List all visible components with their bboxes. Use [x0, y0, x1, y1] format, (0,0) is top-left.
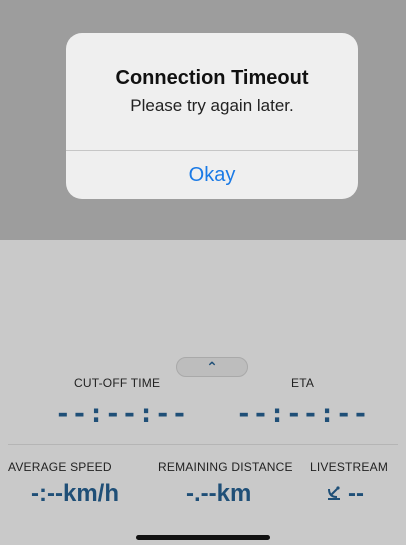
average-speed-label: AVERAGE SPEED — [8, 460, 112, 474]
section-divider — [8, 444, 398, 445]
livestream-value-group[interactable]: -- — [326, 480, 364, 508]
eta-label: ETA — [291, 376, 315, 390]
cutoff-time-value: --:--:-- — [55, 399, 189, 429]
livestream-value: -- — [348, 480, 364, 507]
satellite-dish-icon — [326, 483, 344, 506]
livestream-label: LIVESTREAM — [310, 460, 389, 474]
home-indicator[interactable] — [136, 535, 270, 540]
okay-button[interactable]: Okay — [66, 151, 358, 199]
chevron-up-icon: ⌃ — [206, 359, 218, 375]
alert-message: Please try again later. — [130, 96, 294, 115]
remaining-distance-value: -.--km — [186, 480, 252, 507]
cutoff-time-label: CUT-OFF TIME — [74, 376, 161, 390]
alert-title: Connection Timeout — [115, 67, 309, 89]
expand-panel-toggle[interactable]: ⌃ — [176, 357, 248, 377]
eta-value: --:--:-- — [236, 399, 370, 429]
remaining-distance-label: REMAINING DISTANCE — [158, 460, 293, 474]
connection-timeout-alert: Connection Timeout Please try again late… — [66, 33, 358, 199]
average-speed-value: -:--km/h — [31, 480, 119, 507]
